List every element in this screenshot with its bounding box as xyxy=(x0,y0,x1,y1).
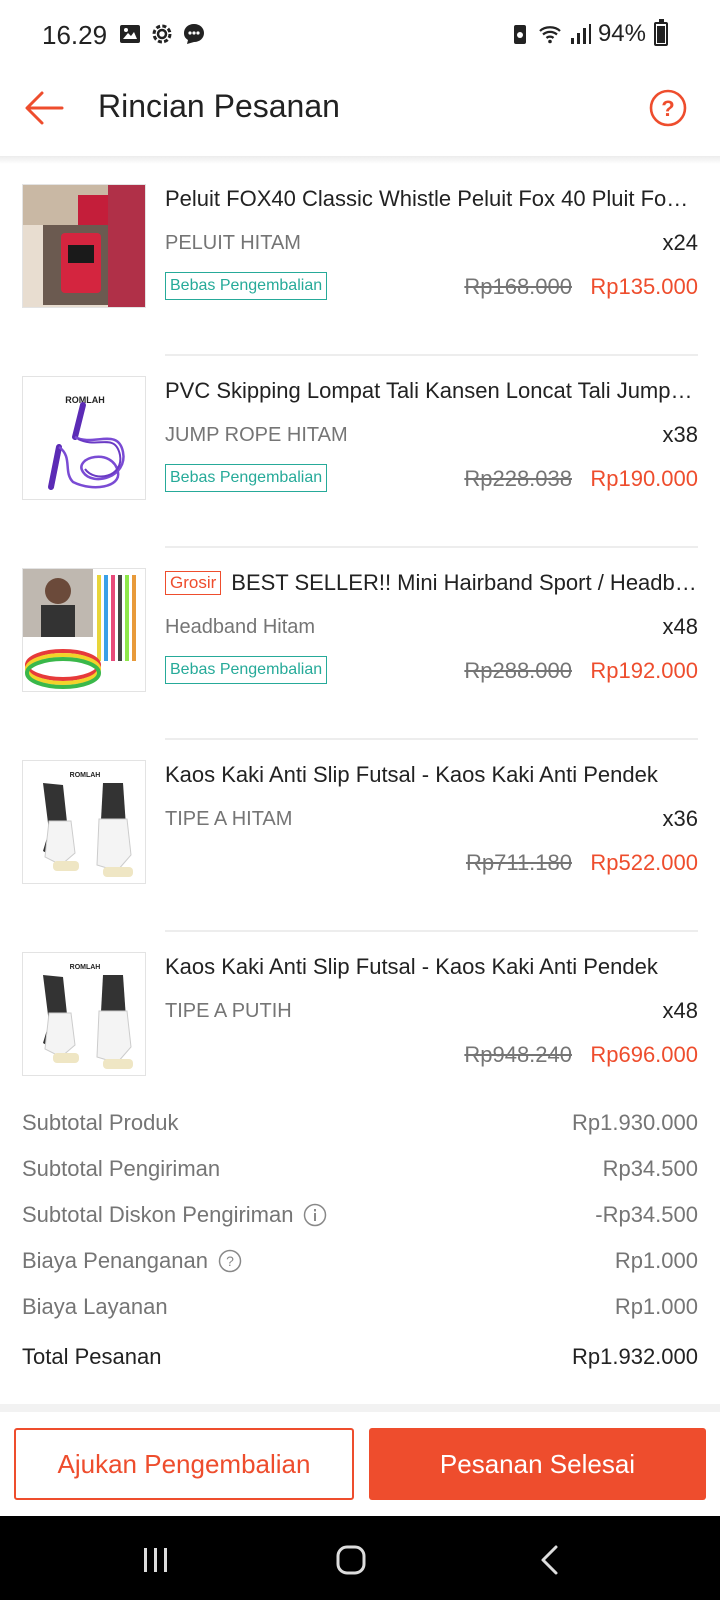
battery-icon xyxy=(654,19,668,46)
order-items: Peluit FOX40 Classic Whistle Peluit Fox … xyxy=(0,164,720,1108)
item-price: Rp135.000 xyxy=(590,274,698,299)
summary-row: Biaya Penanganan ? Rp1.000 xyxy=(0,1238,720,1284)
product-variant: TIPE A HITAM xyxy=(165,808,293,830)
svg-text:?: ? xyxy=(661,96,674,121)
battery-percent: 94% xyxy=(597,20,646,47)
summary-row: Subtotal Pengiriman Rp34.500 xyxy=(0,1146,720,1192)
summary-value: Rp1.000 xyxy=(614,1294,698,1319)
wifi-icon xyxy=(539,26,561,44)
product-image xyxy=(22,184,146,308)
section-gap xyxy=(0,1404,720,1412)
signal-icon xyxy=(570,24,591,44)
return-badge: Bebas Pengembalian xyxy=(165,656,328,684)
svg-text:?: ? xyxy=(226,1253,234,1269)
settings-icon xyxy=(152,24,172,44)
original-price: Rp168.000 xyxy=(464,274,572,299)
order-complete-button[interactable]: Pesanan Selesai xyxy=(369,1428,706,1500)
order-item[interactable]: Peluit FOX40 Classic Whistle Peluit Fox … xyxy=(0,164,720,356)
system-navigation-bar xyxy=(0,1516,720,1600)
page-title: Rincian Pesanan xyxy=(98,88,340,124)
item-price: Rp696.000 xyxy=(590,1042,698,1067)
summary-label: Biaya Layanan xyxy=(22,1294,168,1319)
back-nav-icon[interactable] xyxy=(532,1542,568,1578)
product-image: ROMLAH xyxy=(22,760,146,884)
original-price: Rp288.000 xyxy=(464,658,572,683)
image-icon xyxy=(120,25,140,43)
product-quantity: x36 xyxy=(662,806,698,831)
summary-label: Subtotal Diskon Pengiriman xyxy=(22,1202,327,1228)
order-item[interactable]: ROMLAH Kaos Kaki Anti Slip Futsal - Kaos… xyxy=(0,740,720,932)
status-time: 16.29 xyxy=(42,20,108,50)
summary-value: Rp1.000 xyxy=(614,1248,698,1273)
product-image: ROMLAH xyxy=(22,376,146,500)
product-name: Grosir BEST SELLER!! Mini Hairband Sport … xyxy=(165,570,697,596)
product-variant: Headband Hitam xyxy=(165,616,316,638)
item-price: Rp192.000 xyxy=(590,658,698,683)
product-variant: JUMP ROPE HITAM xyxy=(165,424,348,446)
status-right: 94% xyxy=(508,19,668,48)
help-circle-icon[interactable]: ? xyxy=(218,1249,242,1273)
original-price: Rp948.240 xyxy=(464,1042,572,1067)
arrow-left-icon[interactable] xyxy=(22,88,66,128)
status-left-icons xyxy=(118,22,206,46)
summary-value: -Rp34.500 xyxy=(595,1202,698,1227)
message-icon xyxy=(184,24,204,44)
product-variant: TIPE A PUTIH xyxy=(165,1000,292,1022)
action-bar: Ajukan Pengembalian Pesanan Selesai xyxy=(0,1412,720,1516)
help-icon[interactable]: ? xyxy=(648,88,688,128)
summary-row: Subtotal Produk Rp1.930.000 xyxy=(0,1100,720,1146)
product-name: Peluit FOX40 Classic Whistle Peluit Fox … xyxy=(165,186,697,211)
order-item[interactable]: Grosir BEST SELLER!! Mini Hairband Sport … xyxy=(0,548,720,740)
product-image xyxy=(22,568,146,692)
summary-label: Subtotal Produk xyxy=(22,1110,179,1135)
product-quantity: x48 xyxy=(662,614,698,639)
original-price: Rp228.038 xyxy=(464,466,572,491)
header-shadow xyxy=(0,156,720,164)
summary-value: Rp34.500 xyxy=(602,1156,698,1181)
product-name: Kaos Kaki Anti Slip Futsal - Kaos Kaki A… xyxy=(165,762,658,787)
product-quantity: x38 xyxy=(662,422,698,447)
summary-label: Subtotal Pengiriman xyxy=(22,1156,221,1181)
order-item[interactable]: ROMLAH PVC Skipping Lompat Tali Kansen L… xyxy=(0,356,720,548)
summary-total-row: Total Pesanan Rp1.932.000 xyxy=(0,1334,720,1384)
total-value: Rp1.932.000 xyxy=(572,1344,698,1369)
order-item[interactable]: ROMLAH Kaos Kaki Anti Slip Futsal - Kaos… xyxy=(0,932,720,1108)
product-variant: PELUIT HITAM xyxy=(165,232,301,254)
item-price: Rp190.000 xyxy=(590,466,698,491)
summary-row: Biaya Layanan Rp1.000 xyxy=(0,1284,720,1330)
info-icon[interactable] xyxy=(303,1203,327,1227)
product-quantity: x24 xyxy=(662,230,698,255)
grosir-tag: Grosir xyxy=(165,571,222,595)
battery-saver-icon xyxy=(513,25,526,44)
return-badge: Bebas Pengembalian xyxy=(165,272,328,300)
total-label: Total Pesanan xyxy=(22,1344,162,1369)
home-icon[interactable] xyxy=(333,1542,369,1578)
recent-apps-icon[interactable] xyxy=(138,1542,174,1578)
app-header: Rincian Pesanan ? xyxy=(0,70,720,158)
product-name: PVC Skipping Lompat Tali Kansen Loncat T… xyxy=(165,378,697,403)
summary-value: Rp1.930.000 xyxy=(572,1110,698,1135)
original-price: Rp711.180 xyxy=(465,850,572,875)
product-quantity: x48 xyxy=(662,998,698,1023)
status-bar: 16.29 94% xyxy=(0,0,720,70)
product-name: Kaos Kaki Anti Slip Futsal - Kaos Kaki A… xyxy=(165,954,658,979)
product-image: ROMLAH xyxy=(22,952,146,1076)
svg-text:ROMLAH: ROMLAH xyxy=(70,964,101,971)
summary-label: Biaya Penanganan ? xyxy=(22,1248,242,1274)
return-badge: Bebas Pengembalian xyxy=(165,464,328,492)
request-return-button[interactable]: Ajukan Pengembalian xyxy=(14,1428,354,1500)
summary-row: Subtotal Diskon Pengiriman -Rp34.500 xyxy=(0,1192,720,1238)
item-price: Rp522.000 xyxy=(590,850,698,875)
svg-text:ROMLAH: ROMLAH xyxy=(70,772,101,779)
order-summary: Subtotal Produk Rp1.930.000 Subtotal Pen… xyxy=(0,1100,720,1384)
